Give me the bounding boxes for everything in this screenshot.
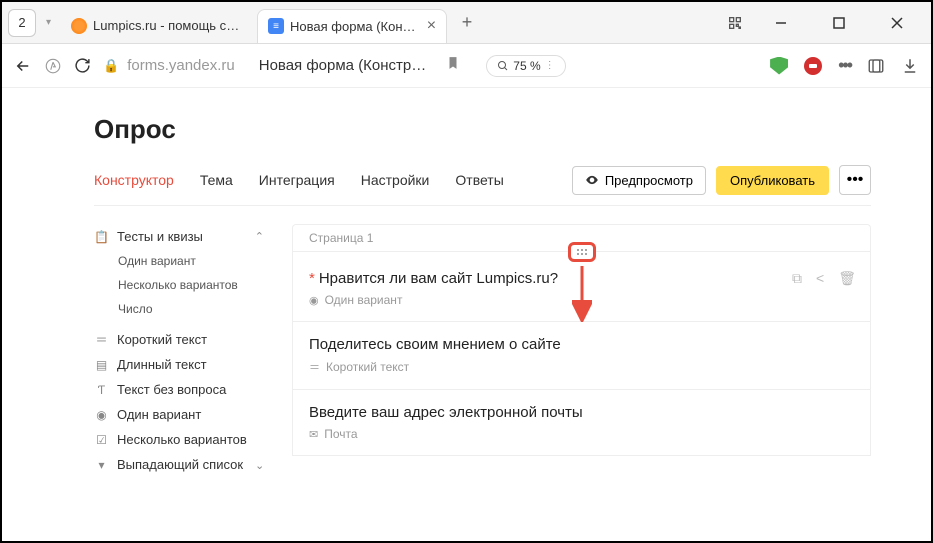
preview-label: Предпросмотр: [605, 173, 693, 188]
publish-button[interactable]: Опубликовать: [716, 166, 829, 195]
nav-integration[interactable]: Интеграция: [259, 172, 335, 188]
drag-handle[interactable]: [568, 242, 596, 262]
required-star-icon: *: [309, 270, 315, 287]
chevron-down-icon: ⌃: [255, 458, 264, 471]
browser-tab-bar: 2 ▾ Lumpics.ru - помощь с ком ≡ Новая фо…: [2, 2, 931, 44]
question-title: Поделитесь своим мнением о сайте: [309, 336, 561, 353]
radio-icon: ◉: [309, 294, 319, 307]
sidebar-sub-number[interactable]: Число: [118, 297, 264, 321]
tab-dropdown-icon[interactable]: ▾: [42, 17, 55, 28]
qr-icon[interactable]: [727, 15, 743, 31]
question-title: Введите ваш адрес электронной почты: [309, 404, 583, 421]
adblock-icon[interactable]: [804, 57, 822, 75]
downloads-icon[interactable]: [901, 57, 919, 75]
zoom-indicator[interactable]: 75 % ⋮: [486, 55, 565, 77]
tab-counter[interactable]: 2: [8, 9, 36, 37]
short-text-icon: ＝: [94, 332, 109, 347]
copy-icon[interactable]: ⧉: [792, 270, 802, 287]
lock-icon: 🔒: [103, 58, 119, 74]
sidebar-item-one-variant[interactable]: ◉ Один вариант: [94, 402, 264, 427]
nav-theme[interactable]: Тема: [200, 172, 233, 188]
mail-icon: ✉: [309, 428, 318, 441]
tab-title: Lumpics.ru - помощь с ком: [93, 18, 241, 33]
text-icon: Ƭ: [94, 382, 109, 397]
sidebar-label: Текст без вопроса: [117, 382, 226, 397]
sidebar-item-short-text[interactable]: ＝ Короткий текст: [94, 327, 264, 352]
preview-button[interactable]: Предпросмотр: [572, 166, 706, 195]
question-title: Нравится ли вам сайт Lumpics.ru?: [319, 270, 558, 287]
long-text-icon: ▤: [94, 357, 109, 372]
nav-answers[interactable]: Ответы: [455, 172, 503, 188]
back-button[interactable]: [14, 57, 32, 75]
sidebar-label: Один вариант: [117, 407, 201, 422]
question-type-label: Короткий текст: [326, 360, 409, 374]
maximize-button[interactable]: [819, 8, 859, 38]
page-content: Опрос Конструктор Тема Интеграция Настро…: [2, 88, 931, 477]
question-card[interactable]: Введите ваш адрес электронной почты ✉ По…: [292, 390, 871, 456]
close-window-button[interactable]: [877, 8, 917, 38]
question-card[interactable]: * Нравится ли вам сайт Lumpics.ru? ◉ Оди…: [292, 251, 871, 322]
page-nav: Конструктор Тема Интеграция Настройки От…: [94, 165, 871, 206]
protect-shield-icon[interactable]: [770, 57, 788, 75]
sidebar-label: Несколько вариантов: [117, 432, 247, 447]
sidebar-group-tests[interactable]: 📋 Тесты и квизы ⌃: [94, 224, 264, 249]
page-title-bar: Новая форма (Констр…: [259, 57, 427, 74]
dropdown-icon: ▾: [94, 457, 109, 472]
close-tab-icon[interactable]: ×: [427, 17, 436, 35]
reload-button[interactable]: [74, 57, 91, 74]
tab-title: Новая форма (Констру: [290, 19, 421, 34]
favicon-lumpics-icon: [71, 18, 87, 34]
form-canvas: Страница 1 * Нравится ли вам сайт Lumpic…: [292, 224, 871, 477]
url-box[interactable]: 🔒 forms.yandex.ru: [103, 57, 235, 74]
bookmark-icon[interactable]: [446, 56, 460, 75]
sidebar: 📋 Тесты и квизы ⌃ Один вариант Несколько…: [94, 224, 264, 477]
chevron-up-icon: ⌃: [255, 230, 264, 243]
tab-active[interactable]: ≡ Новая форма (Констру ×: [257, 9, 447, 43]
yandex-icon[interactable]: [44, 57, 62, 75]
drag-dots-icon: [577, 249, 587, 255]
minimize-button[interactable]: [761, 8, 801, 38]
sidebar-item-long-text[interactable]: ▤ Длинный текст: [94, 352, 264, 377]
tab-inactive[interactable]: Lumpics.ru - помощь с ком: [61, 9, 251, 43]
sidebar-sub-one-variant[interactable]: Один вариант: [118, 249, 264, 273]
zoom-value: 75 %: [513, 59, 540, 73]
sidebar-item-dropdown[interactable]: ▾ Выпадающий список ⌃: [94, 452, 264, 477]
nav-settings[interactable]: Настройки: [361, 172, 430, 188]
new-tab-button[interactable]: +: [453, 9, 481, 37]
address-bar: 🔒 forms.yandex.ru Новая форма (Констр… 7…: [2, 44, 931, 88]
checkbox-icon: ☑: [94, 432, 109, 447]
more-button[interactable]: •••: [839, 165, 871, 195]
url-text: forms.yandex.ru: [127, 57, 235, 74]
sidebar-label: Тесты и квизы: [117, 229, 203, 244]
question-card[interactable]: Поделитесь своим мнением о сайте ＝ Корот…: [292, 322, 871, 390]
sidebar-item-no-question[interactable]: Ƭ Текст без вопроса: [94, 377, 264, 402]
extensions-menu-icon[interactable]: •••: [838, 55, 851, 76]
sidebar-label: Короткий текст: [117, 332, 207, 347]
page-heading: Опрос: [94, 114, 871, 145]
sidebar-label: Выпадающий список: [117, 457, 243, 472]
radio-icon: ◉: [94, 407, 109, 422]
short-text-icon: ＝: [309, 359, 320, 375]
delete-icon[interactable]: 🗑: [838, 270, 856, 287]
share-icon[interactable]: <: [816, 270, 824, 287]
question-actions: ⧉ < 🗑: [792, 270, 856, 287]
sidebar-item-multi-variant[interactable]: ☑ Несколько вариантов: [94, 427, 264, 452]
sidebar-label: Длинный текст: [117, 357, 207, 372]
question-type-label: Почта: [324, 427, 357, 441]
favicon-forms-icon: ≡: [268, 18, 284, 34]
sidebar-toggle-icon[interactable]: [867, 57, 885, 75]
sidebar-sub-multi-variant[interactable]: Несколько вариантов: [118, 273, 264, 297]
clipboard-icon: 📋: [94, 229, 109, 244]
nav-constructor[interactable]: Конструктор: [94, 172, 174, 188]
question-type-label: Один вариант: [325, 293, 403, 307]
